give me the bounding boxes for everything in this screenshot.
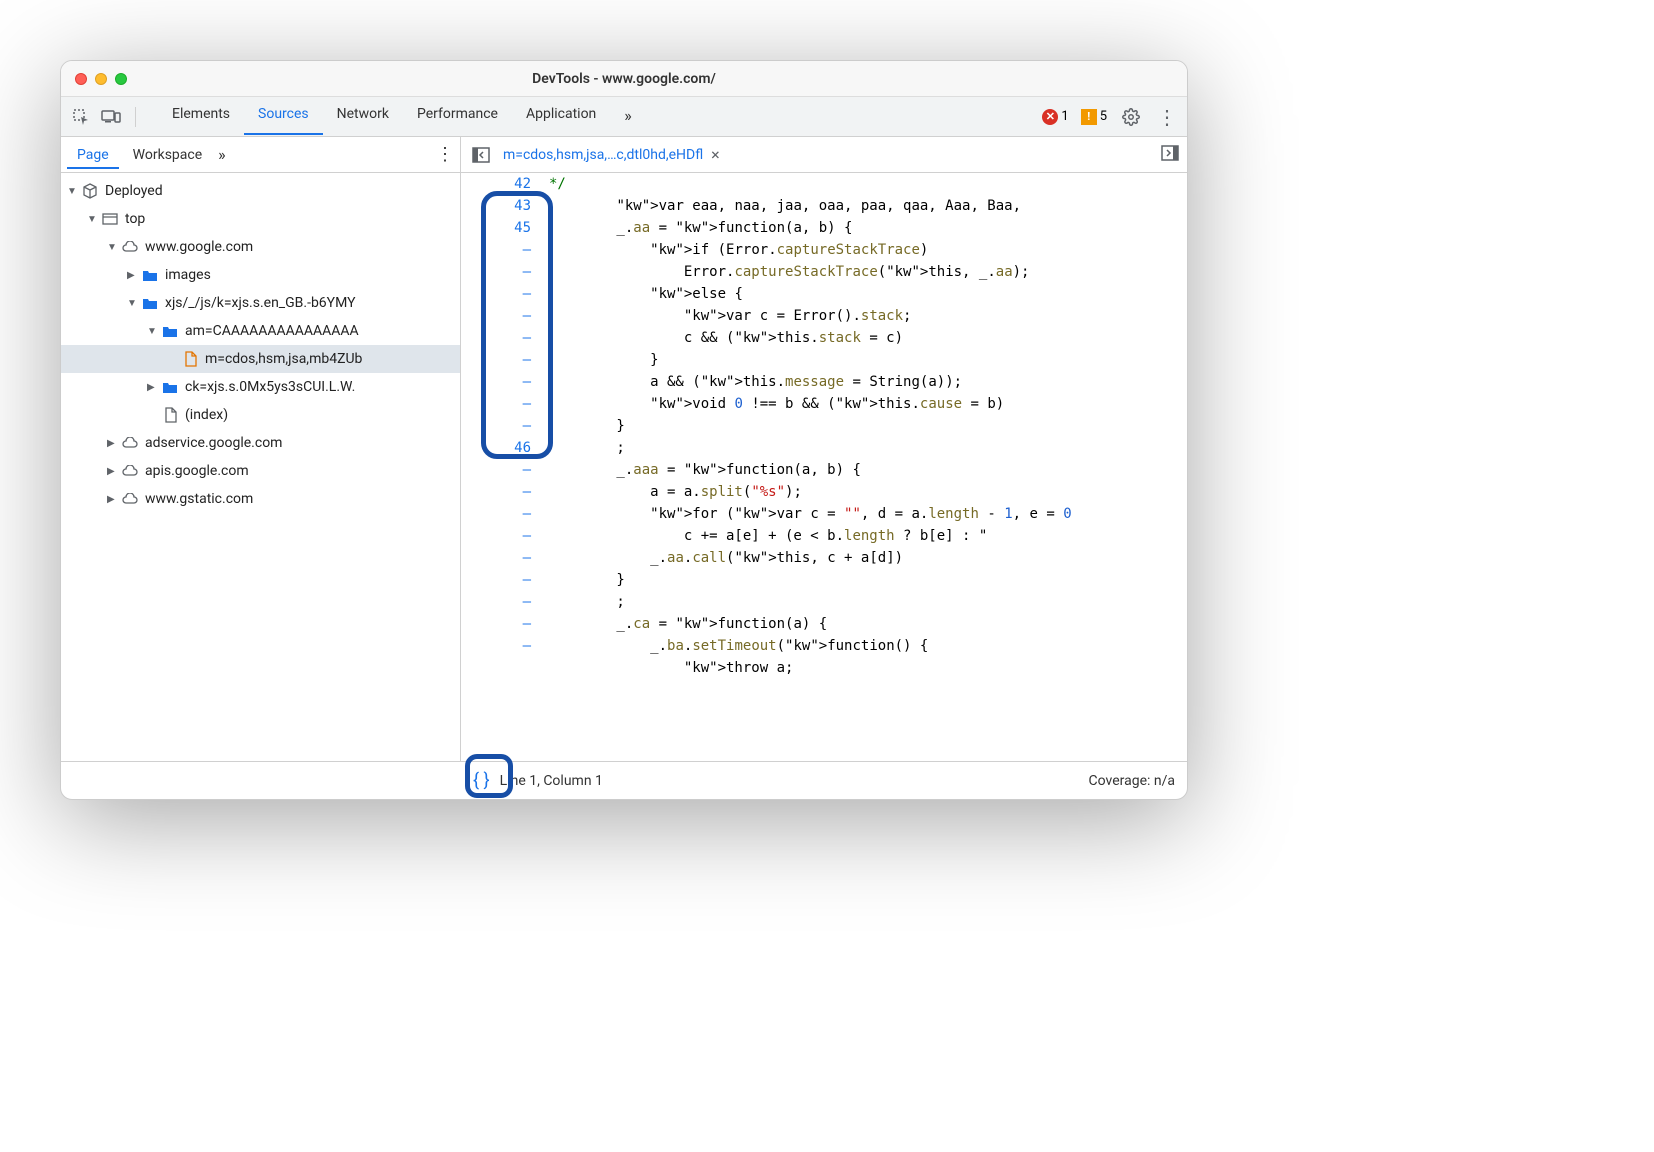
cloud-icon — [121, 462, 139, 480]
collapse-arrow-icon: ▶ — [147, 382, 159, 393]
show-debugger-icon[interactable] — [1161, 145, 1179, 165]
cloud-icon — [121, 490, 139, 508]
collapse-arrow-icon: ▶ — [107, 466, 119, 477]
collapse-arrow-icon: ▶ — [107, 494, 119, 505]
titlebar: DevTools - www.google.com/ — [61, 61, 1187, 97]
editor-tabs: m=cdos,hsm,jsa,…c,dtl0hd,eHDfl × — [461, 137, 1187, 173]
tab-elements[interactable]: Elements — [158, 98, 244, 135]
tree-google[interactable]: ▼ www.google.com — [61, 233, 460, 261]
show-navigator-icon[interactable] — [469, 143, 493, 167]
more-tabs[interactable]: » — [610, 98, 646, 135]
folder-icon — [161, 378, 179, 396]
tree-ck-folder[interactable]: ▶ ck=xjs.s.0Mx5ys3sCUI.L.W. — [61, 373, 460, 401]
tree-selected-file[interactable]: m=cdos,hsm,jsa,mb4ZUb — [61, 345, 460, 373]
frame-icon — [101, 210, 119, 228]
file-icon — [161, 406, 179, 424]
panel-tabs: Elements Sources Network Performance App… — [158, 98, 646, 135]
tab-application[interactable]: Application — [512, 98, 610, 135]
tree-apis[interactable]: ▶ apis.google.com — [61, 457, 460, 485]
tree-xjs-folder[interactable]: ▼ xjs/_/js/k=xjs.s.en_GB.-b6YMY — [61, 289, 460, 317]
navigator-more[interactable]: » — [218, 145, 226, 164]
expand-arrow-icon: ▼ — [147, 326, 159, 337]
tree-top[interactable]: ▼ top — [61, 205, 460, 233]
code-editor[interactable]: 424345–––––––––46––––––––– */ "kw">var e… — [461, 173, 1187, 761]
tab-network[interactable]: Network — [323, 98, 403, 135]
tree-index[interactable]: (index) — [61, 401, 460, 429]
editor-tab-file[interactable]: m=cdos,hsm,jsa,…c,dtl0hd,eHDfl × — [503, 145, 720, 164]
cloud-icon — [121, 238, 139, 256]
folder-icon — [141, 294, 159, 312]
collapse-arrow-icon: ▶ — [127, 270, 139, 281]
expand-arrow-icon: ▼ — [87, 214, 99, 225]
tab-workspace[interactable]: Workspace — [123, 141, 213, 169]
cloud-icon — [121, 434, 139, 452]
tree-am-folder[interactable]: ▼ am=CAAAAAAAAAAAAAAA — [61, 317, 460, 345]
tree-deployed[interactable]: ▼ Deployed — [61, 177, 460, 205]
code-content[interactable]: */ "kw">var eaa, naa, jaa, oaa, paa, qaa… — [541, 173, 1187, 761]
kebab-menu-icon[interactable]: ⋮ — [1155, 105, 1179, 129]
device-toolbar-icon[interactable] — [99, 105, 123, 129]
inspect-element-icon[interactable] — [69, 105, 93, 129]
error-icon: ✕ — [1042, 109, 1058, 125]
tab-sources[interactable]: Sources — [244, 98, 323, 135]
window-title: DevTools - www.google.com/ — [61, 71, 1187, 87]
line-gutter[interactable]: 424345–––––––––46––––––––– — [461, 173, 541, 761]
tab-performance[interactable]: Performance — [403, 98, 512, 135]
pretty-print-button[interactable]: { } — [473, 770, 490, 791]
tree-images[interactable]: ▶ images — [61, 261, 460, 289]
status-bar: { } Line 1, Column 1 Coverage: n/a — [61, 761, 1187, 799]
navigator-sidebar: Page Workspace » ⋮ ▼ Deployed ▼ top ▼ — [61, 137, 461, 761]
file-icon — [181, 350, 199, 368]
close-tab-icon[interactable]: × — [711, 145, 720, 164]
editor-pane: m=cdos,hsm,jsa,…c,dtl0hd,eHDfl × 424345–… — [461, 137, 1187, 761]
expand-arrow-icon: ▼ — [107, 242, 119, 253]
tree-adservice[interactable]: ▶ adservice.google.com — [61, 429, 460, 457]
divider — [135, 107, 136, 127]
error-count[interactable]: ✕ 1 — [1042, 109, 1068, 125]
settings-icon[interactable] — [1119, 105, 1143, 129]
cube-icon — [81, 182, 99, 200]
tree-gstatic[interactable]: ▶ www.gstatic.com — [61, 485, 460, 513]
navigator-tabs: Page Workspace » ⋮ — [61, 137, 460, 173]
cursor-position: Line 1, Column 1 — [500, 773, 603, 789]
collapse-arrow-icon: ▶ — [107, 438, 119, 449]
expand-arrow-icon: ▼ — [127, 298, 139, 309]
devtools-window: DevTools - www.google.com/ Elements Sour… — [60, 60, 1188, 800]
content-area: Page Workspace » ⋮ ▼ Deployed ▼ top ▼ — [61, 137, 1187, 761]
warning-count[interactable]: ! 5 — [1081, 109, 1107, 125]
warning-icon: ! — [1081, 109, 1097, 125]
tab-page[interactable]: Page — [67, 141, 119, 169]
coverage-status: Coverage: n/a — [1089, 773, 1175, 789]
navigator-menu-icon[interactable]: ⋮ — [436, 144, 454, 165]
main-toolbar: Elements Sources Network Performance App… — [61, 97, 1187, 137]
folder-icon — [161, 322, 179, 340]
file-tree: ▼ Deployed ▼ top ▼ www.google.com ▶ — [61, 173, 460, 761]
folder-icon — [141, 266, 159, 284]
expand-arrow-icon: ▼ — [67, 186, 79, 197]
